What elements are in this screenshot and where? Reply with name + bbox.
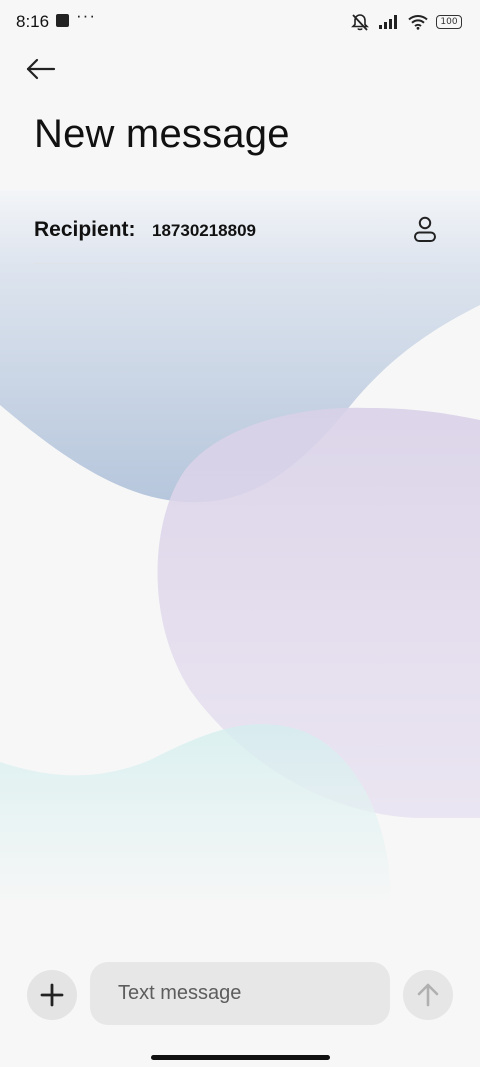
status-bar: 8:16 ··· 100: [0, 0, 480, 44]
mute-bell-icon: [351, 14, 369, 31]
back-button[interactable]: [22, 52, 62, 86]
text-message-input[interactable]: [90, 962, 390, 1025]
signal-icon: [379, 15, 397, 29]
wifi-icon: [408, 14, 428, 30]
recipient-divider: [34, 263, 440, 264]
back-arrow-icon: [26, 58, 56, 80]
select-contact-button[interactable]: [410, 214, 440, 246]
teal-blob: [0, 724, 390, 900]
recipient-label: Recipient:: [34, 218, 136, 241]
more-notifications-indicator: ···: [76, 6, 96, 25]
page-title: New message: [34, 112, 290, 156]
send-arrow-up-icon: [417, 983, 439, 1007]
add-attachment-button[interactable]: [27, 970, 77, 1020]
send-button[interactable]: [403, 970, 453, 1020]
notification-square-icon: [56, 14, 69, 27]
battery-level: 100: [440, 17, 458, 27]
plus-icon: [40, 983, 64, 1007]
home-indicator[interactable]: [151, 1055, 330, 1060]
recipient-number[interactable]: 18730218809: [152, 221, 256, 241]
recipient-row[interactable]: Recipient: 18730218809: [34, 210, 446, 262]
message-composer: [0, 955, 480, 1035]
background-shapes: [0, 190, 480, 900]
contact-person-icon: [414, 216, 436, 242]
battery-icon: 100: [436, 15, 462, 29]
status-icons: 100: [350, 11, 462, 33]
status-time: 8:16: [16, 12, 50, 31]
